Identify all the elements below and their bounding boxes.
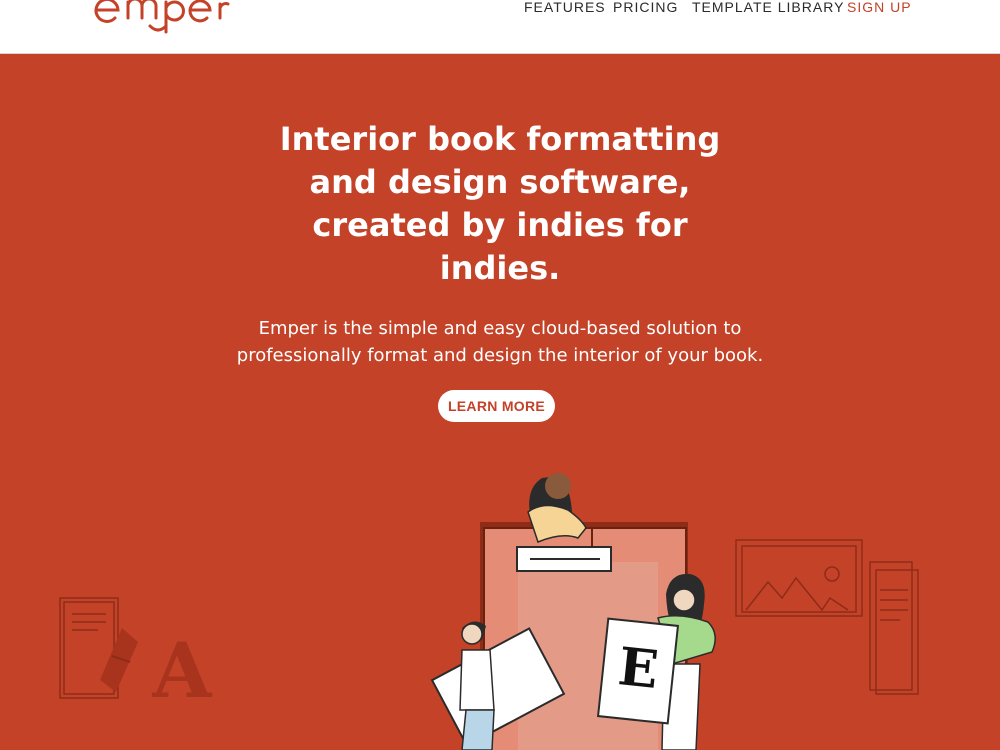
hero-title: Interior book formatting and design soft… <box>200 118 800 290</box>
hero-title-line: created by indies for <box>312 206 688 244</box>
hero-illustration: A E <box>59 473 919 750</box>
hero-subtitle-line: Emper is the simple and easy cloud-based… <box>258 318 742 339</box>
learn-more-button[interactable]: LEARN MORE <box>438 390 555 422</box>
nav-pricing[interactable]: PRICING <box>613 0 678 15</box>
hero-subtitle-line: professionally format and design the int… <box>236 345 764 366</box>
hero-subtitle: Emper is the simple and easy cloud-based… <box>150 315 850 369</box>
site-header: FEATURES PRICING TEMPLATE LIBRARY SIGN U… <box>0 0 1000 54</box>
document-icon <box>869 561 919 695</box>
nav-template-library[interactable]: TEMPLATE LIBRARY <box>692 0 844 15</box>
nav-features[interactable]: FEATURES <box>524 0 606 15</box>
letter-a-icon: A <box>100 626 213 715</box>
main-nav: FEATURES PRICING TEMPLATE LIBRARY SIGN U… <box>0 0 1000 20</box>
nav-sign-up[interactable]: SIGN UP <box>847 0 912 15</box>
hero-title-line: indies. <box>439 249 561 287</box>
letter-e-icon: E <box>615 636 661 701</box>
hero-title-line: Interior book formatting <box>279 120 721 158</box>
landscape-image-icon <box>735 539 863 617</box>
hero-title-line: and design software, <box>309 163 691 201</box>
letter-a-text: A <box>152 626 213 715</box>
